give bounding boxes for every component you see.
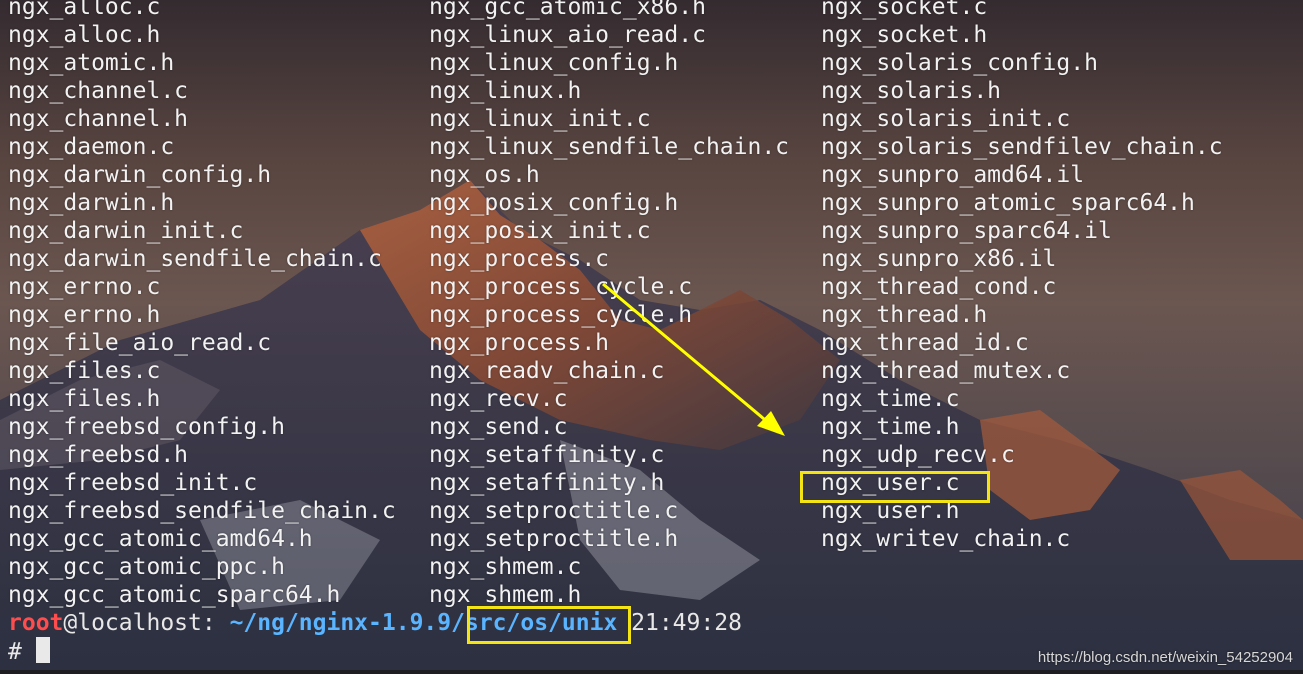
shell-prompt: root@localhost: ~/ng/nginx-1.9.9/src/os/… xyxy=(8,609,742,637)
file-entry: ngx_freebsd_init.c xyxy=(8,470,258,496)
file-entry: ngx_alloc.h xyxy=(8,22,161,48)
command-input-line[interactable]: # xyxy=(8,637,50,665)
file-entry: ngx_darwin.h xyxy=(8,190,175,216)
file-entry: ngx_thread_cond.c xyxy=(821,274,1057,300)
file-entry: ngx_socket.c xyxy=(821,0,988,20)
prompt-host: @localhost: xyxy=(63,610,230,636)
file-entry: ngx_daemon.c xyxy=(8,134,175,160)
file-entry: ngx_gcc_atomic_ppc.h xyxy=(8,554,285,580)
file-entry: ngx_solaris_sendfilev_chain.c xyxy=(821,134,1223,160)
file-entry: ngx_sunpro_amd64.il xyxy=(821,162,1085,188)
file-column-2: ngx_gcc_atomic_x86.h ngx_linux_aio_read.c… xyxy=(429,0,789,609)
file-entry: ngx_recv.c xyxy=(429,386,568,412)
file-entry: ngx_setaffinity.h xyxy=(429,470,665,496)
file-entry: ngx_darwin_init.c xyxy=(8,218,244,244)
highlight-box-path xyxy=(467,606,631,644)
file-entry: ngx_sunpro_x86.il xyxy=(821,246,1057,272)
file-entry: ngx_udp_recv.c xyxy=(821,442,1015,468)
file-entry: ngx_process_cycle.h xyxy=(429,302,693,328)
prompt-path: ~/ng/nginx-1.9.9/ xyxy=(229,610,465,636)
terminal-window[interactable]: ngx_alloc.c ngx_alloc.h ngx_atomic.h ngx_ch… xyxy=(0,0,1303,674)
file-entry: ngx_process.h xyxy=(429,330,610,356)
prompt-symbol: # xyxy=(8,639,22,665)
file-entry: ngx_errno.c xyxy=(8,274,161,300)
file-entry: ngx_socket.h xyxy=(821,22,988,48)
file-entry: ngx_alloc.c xyxy=(8,0,161,20)
file-entry: ngx_atomic.h xyxy=(8,50,175,76)
file-entry: ngx_gcc_atomic_amd64.h xyxy=(8,526,313,552)
file-entry: ngx_readv_chain.c xyxy=(429,358,665,384)
file-entry: ngx_gcc_atomic_sparc64.h xyxy=(8,582,341,608)
file-entry: ngx_setproctitle.h xyxy=(429,526,679,552)
text-cursor[interactable] xyxy=(35,637,50,663)
file-entry: ngx_shmem.c xyxy=(429,554,582,580)
file-entry: ngx_linux_init.c xyxy=(429,106,651,132)
file-entry: ngx_solaris.h xyxy=(821,78,1002,104)
file-entry: ngx_freebsd.h xyxy=(8,442,189,468)
file-entry: ngx_writev_chain.c xyxy=(821,526,1071,552)
prompt-time: 21:49:28 xyxy=(617,610,742,636)
file-entry: ngx_gcc_atomic_x86.h xyxy=(429,0,706,20)
prompt-user: root xyxy=(8,610,64,636)
file-entry: ngx_darwin_config.h xyxy=(8,162,272,188)
file-entry: ngx_shmem.h xyxy=(429,582,582,608)
file-entry: ngx_thread_id.c xyxy=(821,330,1029,356)
file-entry: ngx_time.h xyxy=(821,414,960,440)
file-entry: ngx_process_cycle.c xyxy=(429,274,693,300)
window-bottom-edge xyxy=(0,670,1303,674)
file-entry: ngx_os.h xyxy=(429,162,540,188)
file-entry: ngx_channel.c xyxy=(8,78,189,104)
watermark: https://blog.csdn.net/weixin_54252904 xyxy=(1037,649,1293,666)
file-entry: ngx_linux.h xyxy=(429,78,582,104)
file-entry: ngx_files.c xyxy=(8,358,161,384)
file-entry: ngx_linux_aio_read.c xyxy=(429,22,706,48)
file-entry: ngx_linux_config.h xyxy=(429,50,679,76)
file-entry: ngx_linux_sendfile_chain.c xyxy=(429,134,790,160)
file-entry: ngx_file_aio_read.c xyxy=(8,330,272,356)
file-entry: ngx_process.c xyxy=(429,246,610,272)
file-entry: ngx_setproctitle.c xyxy=(429,498,679,524)
file-entry: ngx_errno.h xyxy=(8,302,161,328)
file-entry: ngx_time.c xyxy=(821,386,960,412)
file-entry: ngx_thread.h xyxy=(821,302,988,328)
file-entry: ngx_send.c xyxy=(429,414,568,440)
file-entry: ngx_sunpro_sparc64.il xyxy=(821,218,1112,244)
file-entry: ngx_setaffinity.c xyxy=(429,442,665,468)
file-entry: ngx_channel.h xyxy=(8,106,189,132)
file-entry: ngx_solaris_init.c xyxy=(821,106,1071,132)
file-entry: ngx_posix_init.c xyxy=(429,218,651,244)
file-entry: ngx_freebsd_sendfile_chain.c xyxy=(8,498,396,524)
file-entry: ngx_darwin_sendfile_chain.c xyxy=(8,246,382,272)
file-entry: ngx_files.h xyxy=(8,386,161,412)
file-entry: ngx_thread_mutex.c xyxy=(821,358,1071,384)
file-entry: ngx_sunpro_atomic_sparc64.h xyxy=(821,190,1195,216)
file-entry: ngx_freebsd_config.h xyxy=(8,414,285,440)
highlight-box-ngx-user xyxy=(800,471,990,503)
file-entry: ngx_posix_config.h xyxy=(429,190,679,216)
file-column-1: ngx_alloc.c ngx_alloc.h ngx_atomic.h ngx_ch… xyxy=(8,0,396,609)
file-entry: ngx_solaris_config.h xyxy=(821,50,1098,76)
